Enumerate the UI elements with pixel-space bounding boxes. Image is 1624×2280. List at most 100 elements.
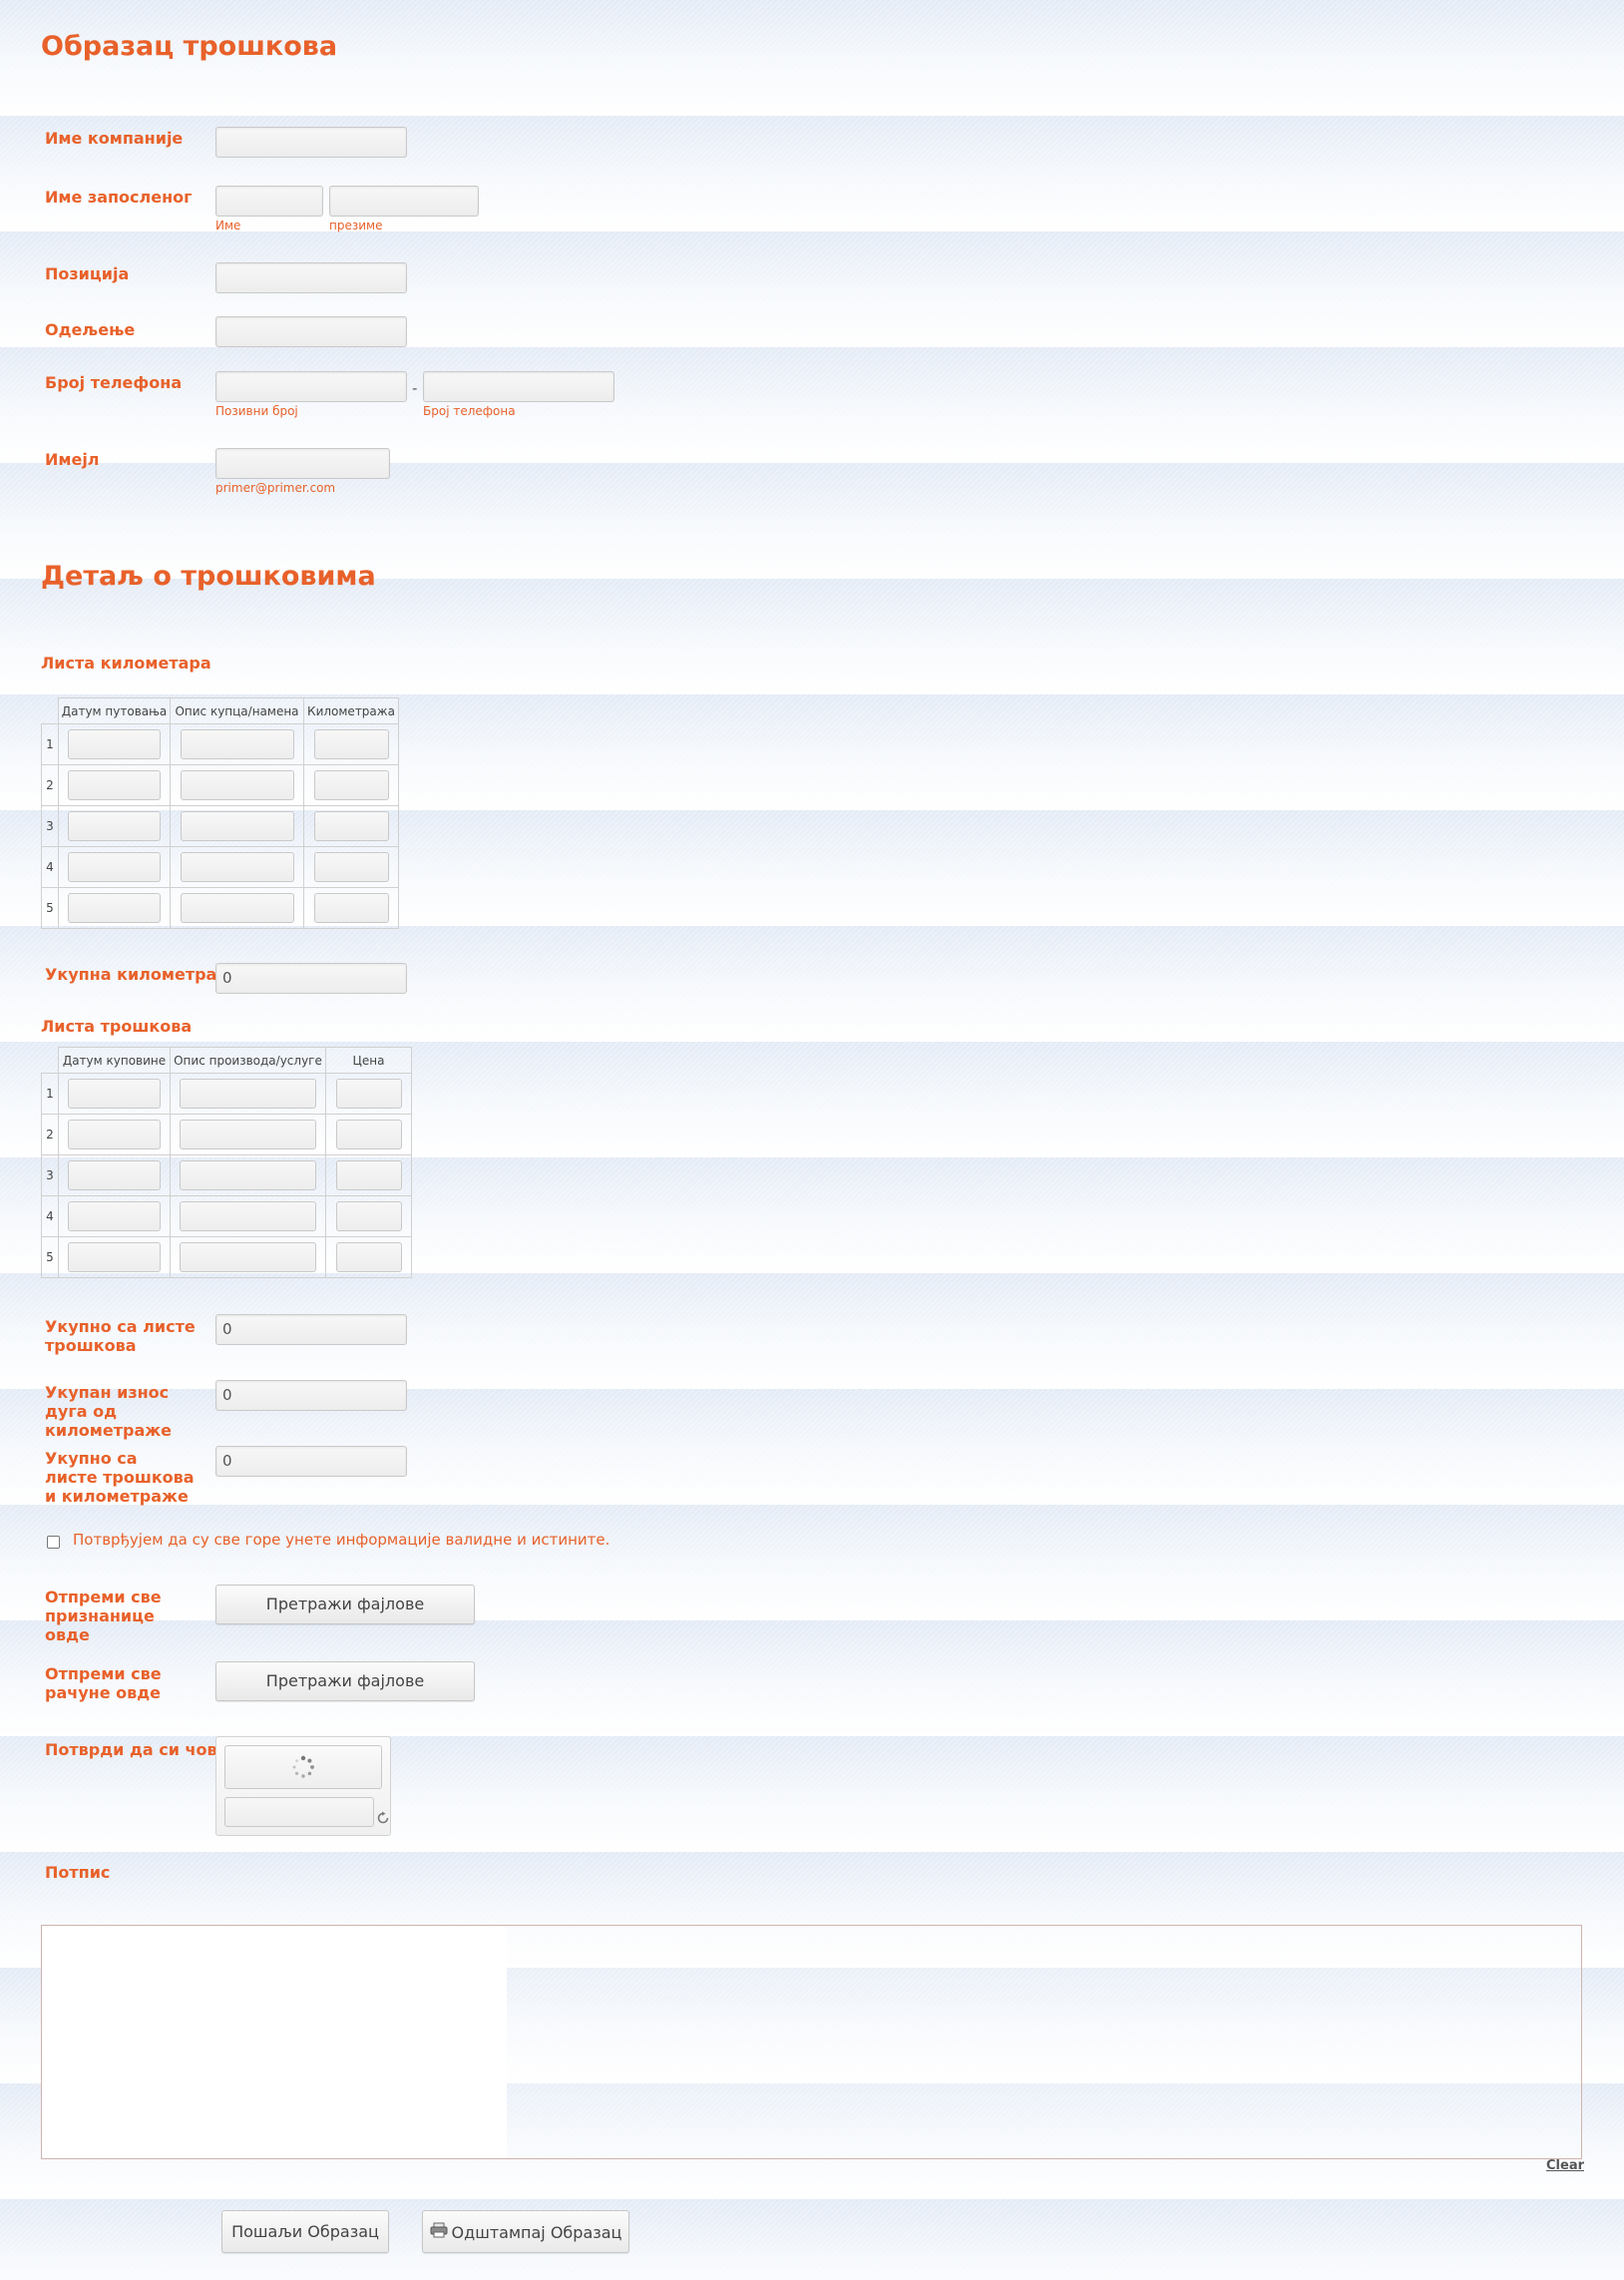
- last-name-sublabel: презиме: [329, 219, 383, 232]
- signature-label: Потпис: [45, 1863, 111, 1882]
- phone-number-sublabel: Број телефона: [423, 404, 516, 418]
- mileage-date-input[interactable]: [68, 770, 161, 800]
- table-row: 3: [41, 805, 399, 847]
- mileage-description-input[interactable]: [180, 852, 294, 882]
- row-number: 2: [41, 764, 59, 806]
- mileage-description-input[interactable]: [180, 811, 294, 841]
- mileage-corner: [41, 697, 59, 724]
- company-label: Име компаније: [45, 129, 184, 148]
- total-mileage-input[interactable]: 0: [215, 963, 407, 994]
- expense-price-input[interactable]: [335, 1242, 402, 1272]
- expense-price-input[interactable]: [335, 1079, 402, 1109]
- mileage-description-input[interactable]: [180, 893, 294, 923]
- first-name-input[interactable]: [215, 186, 323, 217]
- row-number: 4: [41, 1195, 59, 1237]
- clear-link[interactable]: Clear: [1546, 2158, 1584, 2173]
- invoices-label: Отпреми све рачуне овде: [45, 1664, 162, 1702]
- expense-date-input[interactable]: [68, 1120, 161, 1149]
- position-input[interactable]: [215, 262, 407, 293]
- captcha-label: Потврди да си човек: [45, 1740, 239, 1759]
- confirm-checkbox[interactable]: [47, 1536, 60, 1549]
- company-input[interactable]: [215, 127, 407, 158]
- mileage-description-input[interactable]: [180, 770, 294, 800]
- table-row: 1: [41, 1073, 412, 1115]
- email-sublabel: primer@primer.com: [215, 481, 336, 495]
- row-number: 5: [41, 1236, 59, 1278]
- expense-description-input[interactable]: [180, 1120, 316, 1149]
- mileage-date-input[interactable]: [68, 811, 161, 841]
- mileage-debt-input[interactable]: 0: [215, 1380, 407, 1411]
- table-row: 2: [41, 764, 399, 806]
- captcha-input[interactable]: [224, 1797, 374, 1827]
- expense-description-input[interactable]: [180, 1242, 316, 1272]
- table-row: 4: [41, 846, 399, 888]
- table-row: 3: [41, 1154, 412, 1196]
- mileage-table: Датум путовања Опис купца/намена Километ…: [41, 697, 399, 929]
- expense-col-description: Опис производа/услуге: [170, 1047, 326, 1074]
- expense-price-input[interactable]: [335, 1201, 402, 1231]
- signature-canvas[interactable]: [42, 1926, 507, 2158]
- mileage-date-input[interactable]: [68, 852, 161, 882]
- phone-separator: -: [412, 379, 418, 397]
- expense-date-input[interactable]: [68, 1079, 161, 1109]
- expense-col-date: Датум куповине: [58, 1047, 171, 1074]
- mileage-distance-input[interactable]: [313, 811, 389, 841]
- confirm-text: Потврђујем да су све горе унете информац…: [73, 1531, 610, 1549]
- mileage-title: Листа километара: [41, 654, 211, 673]
- table-row: 5: [41, 1236, 412, 1278]
- browse-receipts-button[interactable]: Претражи фајлове: [215, 1585, 475, 1624]
- employee-label: Име запосленог: [45, 188, 193, 207]
- area-code-sublabel: Позивни број: [215, 404, 298, 418]
- expense-price-input[interactable]: [335, 1160, 402, 1190]
- total-expense-label: Укупно са листе трошкова: [45, 1317, 196, 1355]
- browse-invoices-button[interactable]: Претражи фајлове: [215, 1661, 475, 1701]
- print-button[interactable]: Одштампај Образац: [422, 2210, 629, 2253]
- spinner-icon: [292, 1755, 314, 1778]
- printer-icon: [430, 2212, 448, 2253]
- mileage-date-input[interactable]: [68, 729, 161, 759]
- grand-total-label: Укупно са листе трошкова и километраже: [45, 1449, 195, 1506]
- mileage-description-input[interactable]: [180, 729, 294, 759]
- phone-number-input[interactable]: [423, 371, 614, 402]
- signature-pad[interactable]: [41, 1925, 1582, 2159]
- expense-date-input[interactable]: [68, 1160, 161, 1190]
- row-number: 1: [41, 1073, 59, 1115]
- expense-description-input[interactable]: [180, 1160, 316, 1190]
- mileage-date-input[interactable]: [68, 893, 161, 923]
- mileage-distance-input[interactable]: [313, 770, 389, 800]
- row-number: 3: [41, 805, 59, 847]
- submit-button[interactable]: Пошаљи Образац: [221, 2210, 389, 2253]
- expense-description-input[interactable]: [180, 1079, 316, 1109]
- total-expense-input[interactable]: 0: [215, 1314, 407, 1345]
- expense-date-input[interactable]: [68, 1242, 161, 1272]
- expense-description-input[interactable]: [180, 1201, 316, 1231]
- print-button-label: Одштампај Образац: [451, 2223, 622, 2242]
- row-number: 2: [41, 1114, 59, 1155]
- row-number: 5: [41, 887, 59, 929]
- row-number: 4: [41, 846, 59, 888]
- expense-price-input[interactable]: [335, 1120, 402, 1149]
- table-row: 4: [41, 1195, 412, 1237]
- row-number: 3: [41, 1154, 59, 1196]
- row-number: 1: [41, 723, 59, 765]
- email-input[interactable]: [215, 448, 390, 479]
- position-label: Позиција: [45, 264, 130, 283]
- mileage-distance-input[interactable]: [313, 729, 389, 759]
- grand-total-input[interactable]: 0: [215, 1446, 407, 1477]
- mileage-distance-input[interactable]: [313, 852, 389, 882]
- area-code-input[interactable]: [215, 371, 407, 402]
- table-row: 5: [41, 887, 399, 929]
- details-heading: Детаљ о трошковима: [41, 561, 376, 592]
- last-name-input[interactable]: [329, 186, 479, 217]
- department-input[interactable]: [215, 316, 407, 347]
- mileage-distance-input[interactable]: [313, 893, 389, 923]
- total-mileage-label: Укупна километража: [45, 965, 244, 984]
- expense-table: Датум куповине Опис производа/услуге Цен…: [41, 1047, 412, 1278]
- expense-title: Листа трошкова: [41, 1017, 193, 1036]
- form-title: Образац трошкова: [41, 31, 338, 62]
- expense-date-input[interactable]: [68, 1201, 161, 1231]
- captcha-image: [224, 1745, 382, 1789]
- refresh-icon[interactable]: [376, 1811, 390, 1825]
- table-row: 2: [41, 1114, 412, 1155]
- expense-corner: [41, 1047, 59, 1074]
